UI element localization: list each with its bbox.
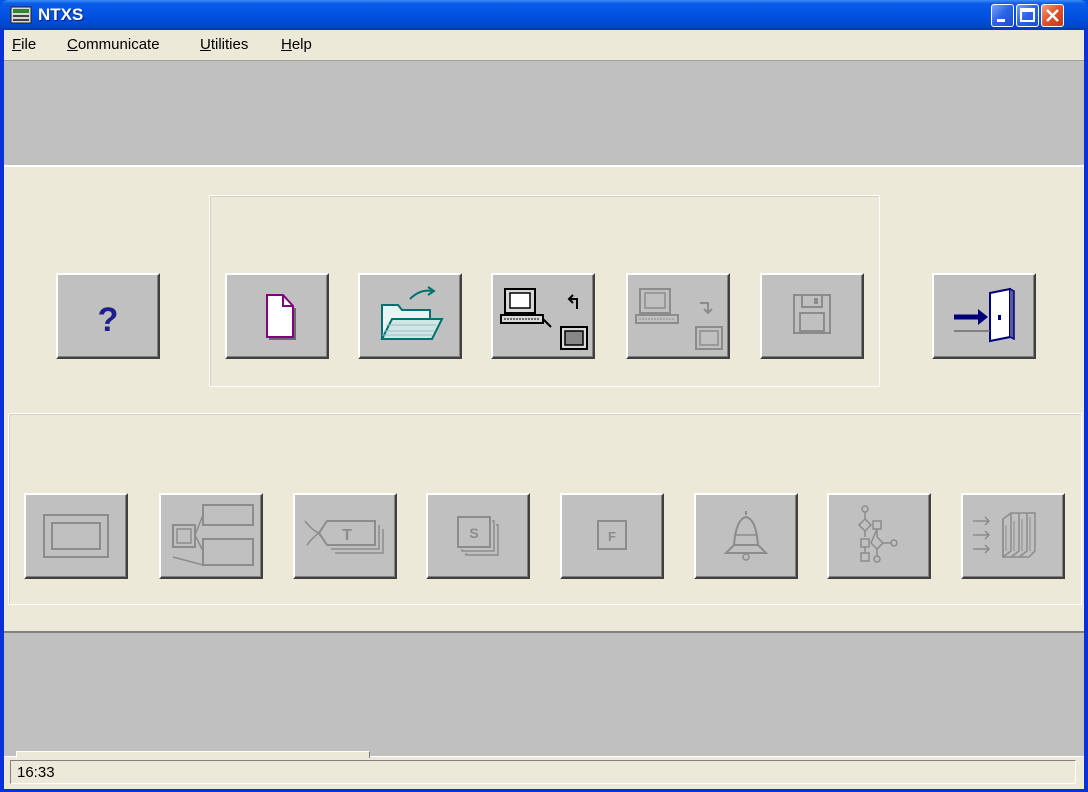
status-bar: 16:33	[4, 751, 1084, 789]
status-time: 16:33	[17, 764, 55, 781]
new-file-button[interactable]	[225, 273, 329, 359]
download-to-pt-button[interactable]	[626, 273, 730, 359]
close-icon	[1046, 9, 1059, 22]
client-area: File Communicate Utilities Help ? T S F …	[4, 30, 1084, 789]
open-folder-icon	[380, 286, 444, 340]
toolbar-area	[4, 61, 1084, 167]
menu-utilities[interactable]: Utilities	[200, 36, 248, 53]
window-title: NTXS	[38, 5, 84, 24]
string-button[interactable]: S	[426, 493, 530, 579]
flow-button[interactable]	[827, 493, 931, 579]
status-pane: 16:33	[10, 760, 1076, 784]
new-document-icon	[266, 294, 296, 340]
menu-bar: File Communicate Utilities Help	[4, 30, 1084, 61]
save-button[interactable]	[760, 273, 864, 359]
computer-upload-icon	[635, 288, 723, 350]
floppy-disk-icon	[793, 294, 831, 334]
tag-glyph: T	[342, 527, 352, 544]
maximize-icon	[1020, 8, 1035, 22]
box-F-icon: F	[597, 520, 627, 550]
upload-from-pt-button[interactable]	[491, 273, 595, 359]
screen-frame-icon	[43, 514, 109, 558]
tag-T-icon: T	[304, 520, 384, 554]
close-button[interactable]	[1041, 4, 1064, 27]
exit-button[interactable]	[932, 273, 1036, 359]
question-mark-icon: ?	[98, 301, 119, 339]
minimize-button[interactable]	[991, 4, 1014, 27]
title-bar[interactable]: NTXS	[0, 0, 1088, 30]
button-panel: ? T S F	[4, 167, 1084, 633]
menu-communicate[interactable]: Communicate	[67, 36, 160, 53]
function-button[interactable]: F	[560, 493, 664, 579]
svg-text:?: ?	[98, 301, 119, 339]
ntxs-app-icon	[10, 6, 32, 24]
help-button[interactable]: ?	[56, 273, 160, 359]
tag-button[interactable]: T	[293, 493, 397, 579]
main-window: NTXS File Communicate Utilities Help ? T…	[0, 0, 1088, 792]
transfer-button[interactable]	[961, 493, 1065, 579]
open-file-button[interactable]	[358, 273, 462, 359]
string-glyph: S	[469, 525, 478, 541]
screen-list-button[interactable]	[159, 493, 263, 579]
screen-button[interactable]	[24, 493, 128, 579]
maximize-button[interactable]	[1016, 4, 1039, 27]
menu-file[interactable]: File	[12, 36, 36, 53]
stack-S-icon: S	[457, 516, 499, 556]
screen-tree-icon	[172, 504, 254, 566]
status-tab-stub	[16, 751, 370, 758]
arrows-files-icon	[973, 512, 1036, 558]
minimize-icon	[997, 19, 1005, 22]
menu-help[interactable]: Help	[281, 36, 312, 53]
flowchart-icon	[857, 505, 898, 563]
alarm-button[interactable]	[694, 493, 798, 579]
function-glyph: F	[608, 529, 616, 544]
exit-door-icon	[954, 287, 1015, 343]
bell-icon	[723, 511, 769, 561]
computer-download-icon	[500, 288, 588, 350]
